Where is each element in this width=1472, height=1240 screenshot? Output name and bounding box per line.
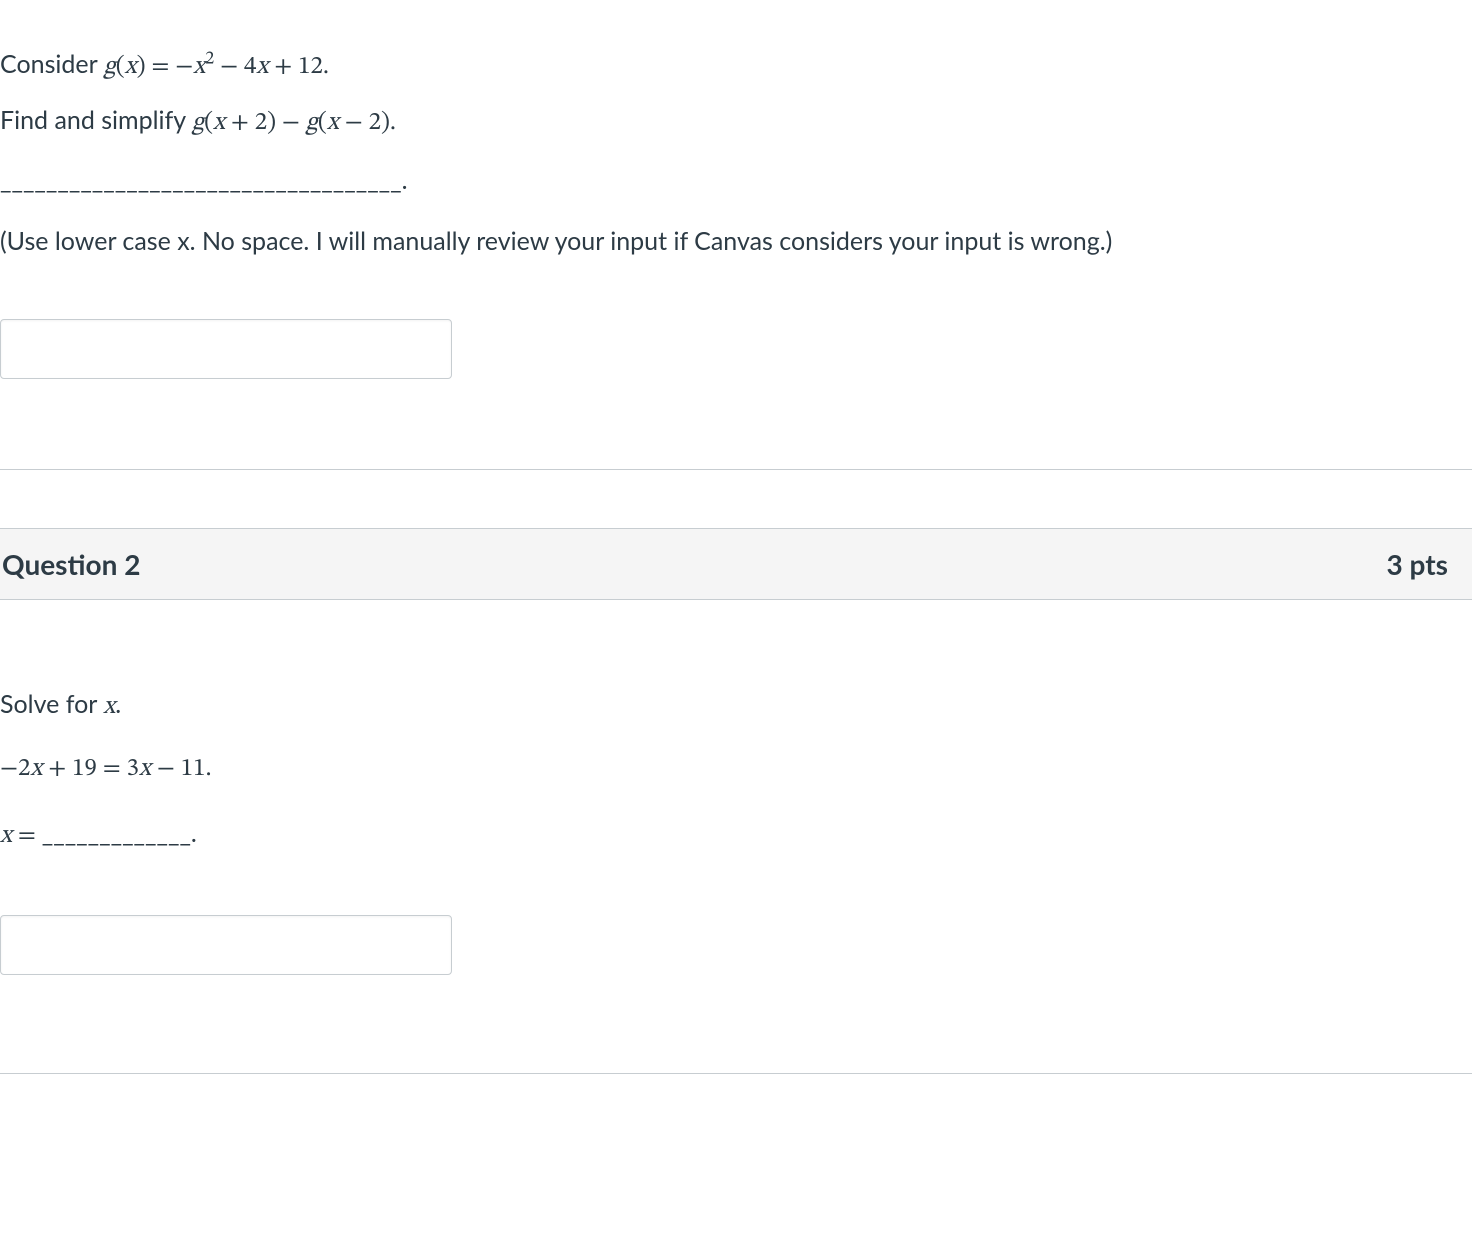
question-2-header: Question 2 3 pts — [0, 528, 1472, 600]
question-1: Consider g(x) = −x2 − 4x + 12. Find and … — [0, 0, 1472, 470]
question-2: Question 2 3 pts Solve for x. −2x + 19 =… — [0, 528, 1472, 1074]
q1-answer-input[interactable] — [0, 319, 452, 379]
q2-answer-input[interactable] — [0, 915, 452, 975]
q1-gx-math: g(x) = −x2 − 4x + 12. — [104, 54, 329, 79]
q2-solve-var: x — [103, 694, 115, 719]
q1-blank-line: ___________________________________. — [0, 165, 1472, 195]
q2-solve-line: Solve for x. — [0, 686, 1472, 726]
q1-find-line: Find and simplify g(x + 2) − g(x − 2). — [0, 102, 1472, 142]
q1-consider-text: Consider — [0, 49, 104, 79]
question-2-points: 3 pts — [1387, 547, 1448, 581]
q1-expr-math: g(x + 2) − g(x − 2). — [192, 110, 396, 135]
question-1-bottom-divider — [0, 469, 1472, 470]
q2-answer-line: x = _____________. — [0, 815, 1472, 855]
q2-solve-prefix: Solve for — [0, 689, 103, 719]
question-2-body: Solve for x. −2x + 19 = 3x − 11. x = ___… — [0, 600, 1472, 1019]
q2-equation-line: −2x + 19 = 3x − 11. — [0, 748, 1472, 788]
q2-answer-prefix: x = — [0, 823, 42, 848]
q2-answer-blank: _____________. — [42, 818, 197, 848]
q1-note: (Use lower case x. No space. I will manu… — [0, 223, 1472, 259]
question-2-title: Question 2 — [2, 547, 140, 581]
quiz-page: Consider g(x) = −x2 − 4x + 12. Find and … — [0, 0, 1472, 1074]
question-2-bottom-divider — [0, 1073, 1472, 1074]
q2-equation-math: −2x + 19 = 3x − 11. — [0, 756, 212, 781]
q2-solve-suffix: . — [115, 689, 121, 719]
q1-find-text: Find and simplify — [0, 105, 192, 135]
question-1-body: Consider g(x) = −x2 − 4x + 12. Find and … — [0, 0, 1472, 419]
q1-consider-line: Consider g(x) = −x2 − 4x + 12. — [0, 46, 1472, 86]
q1-exponent: 2 — [205, 51, 214, 69]
